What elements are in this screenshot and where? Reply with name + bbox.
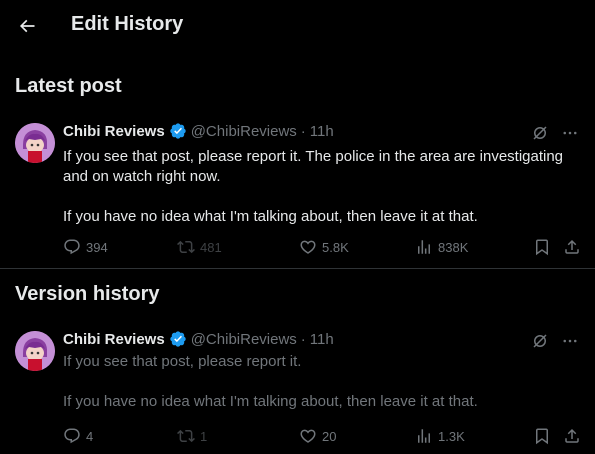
- version-history-heading: Version history: [15, 283, 160, 305]
- separator: ·: [300, 122, 306, 140]
- avatar[interactable]: [15, 123, 55, 163]
- grok-icon[interactable]: [530, 331, 550, 351]
- view-count: 1.3K: [438, 428, 465, 444]
- author-name[interactable]: Chibi Reviews: [63, 331, 165, 348]
- author-handle[interactable]: @ChibiReviews: [191, 331, 297, 348]
- like-count: 5.8K: [322, 239, 349, 255]
- views-button[interactable]: 1.3K: [415, 426, 465, 446]
- separator: ·: [300, 330, 306, 348]
- more-icon[interactable]: [560, 123, 580, 143]
- post-paragraph: If you see that post, please report it. …: [63, 148, 564, 185]
- bookmark-icon: [536, 239, 548, 256]
- analytics-icon: [418, 240, 430, 254]
- bookmark-icon: [536, 428, 548, 445]
- post-text: If you see that post, please report it. …: [63, 352, 583, 412]
- top-bar: Edit History: [0, 0, 595, 53]
- verified-badge-icon[interactable]: [169, 122, 187, 140]
- verified-badge-icon[interactable]: [169, 330, 187, 348]
- page-title: Edit History: [71, 13, 184, 35]
- post-icon-group: [530, 123, 580, 143]
- like-count: 20: [322, 428, 337, 444]
- avatar[interactable]: [15, 331, 55, 371]
- repost-icon: [177, 240, 195, 254]
- action-bar: 4 1 20 1.3K: [63, 426, 583, 446]
- reply-icon: [64, 428, 80, 444]
- like-button[interactable]: 20: [299, 426, 336, 446]
- timestamp[interactable]: 11h: [310, 331, 334, 348]
- action-bar: 394 481 5.8K 838K: [63, 237, 583, 257]
- reply-count: 394: [86, 239, 108, 255]
- repost-count: 481: [200, 239, 222, 255]
- post-header: Chibi Reviews @ChibiReviews · 11h: [63, 121, 334, 141]
- post-icon-group: [530, 331, 580, 351]
- repost-icon: [177, 429, 195, 443]
- post-paragraph: If you have no idea what I'm talking abo…: [63, 208, 478, 225]
- author-handle[interactable]: @ChibiReviews: [191, 123, 297, 140]
- arrow-left-icon: [19, 19, 35, 33]
- divider: [0, 268, 595, 269]
- reply-count: 4: [86, 428, 94, 444]
- heart-icon: [300, 429, 316, 443]
- back-button[interactable]: [10, 9, 44, 43]
- view-count: 838K: [438, 239, 469, 255]
- repost-count: 1: [200, 428, 208, 444]
- heart-icon: [300, 240, 316, 254]
- analytics-icon: [418, 429, 430, 443]
- reply-button[interactable]: 394: [63, 237, 108, 257]
- post-text: If you see that post, please report it. …: [63, 147, 583, 227]
- post-paragraph: If you have no idea what I'm talking abo…: [63, 393, 478, 410]
- share-icon: [565, 239, 579, 254]
- bookmark-button[interactable]: [533, 426, 556, 446]
- repost-button[interactable]: 481: [177, 237, 222, 257]
- reply-button[interactable]: 4: [63, 426, 93, 446]
- share-button[interactable]: [563, 426, 586, 446]
- share-icon: [565, 428, 579, 443]
- post-paragraph: If you see that post, please report it.: [63, 353, 302, 370]
- timestamp[interactable]: 11h: [310, 123, 334, 140]
- latest-post-heading: Latest post: [15, 75, 122, 97]
- bookmark-button[interactable]: [533, 237, 556, 257]
- more-icon[interactable]: [560, 331, 580, 351]
- repost-button[interactable]: 1: [177, 426, 207, 446]
- like-button[interactable]: 5.8K: [299, 237, 349, 257]
- grok-icon[interactable]: [530, 123, 550, 143]
- share-button[interactable]: [563, 237, 586, 257]
- views-button[interactable]: 838K: [415, 237, 468, 257]
- author-name[interactable]: Chibi Reviews: [63, 123, 165, 140]
- reply-icon: [64, 239, 80, 255]
- post-header: Chibi Reviews @ChibiReviews · 11h: [63, 329, 334, 349]
